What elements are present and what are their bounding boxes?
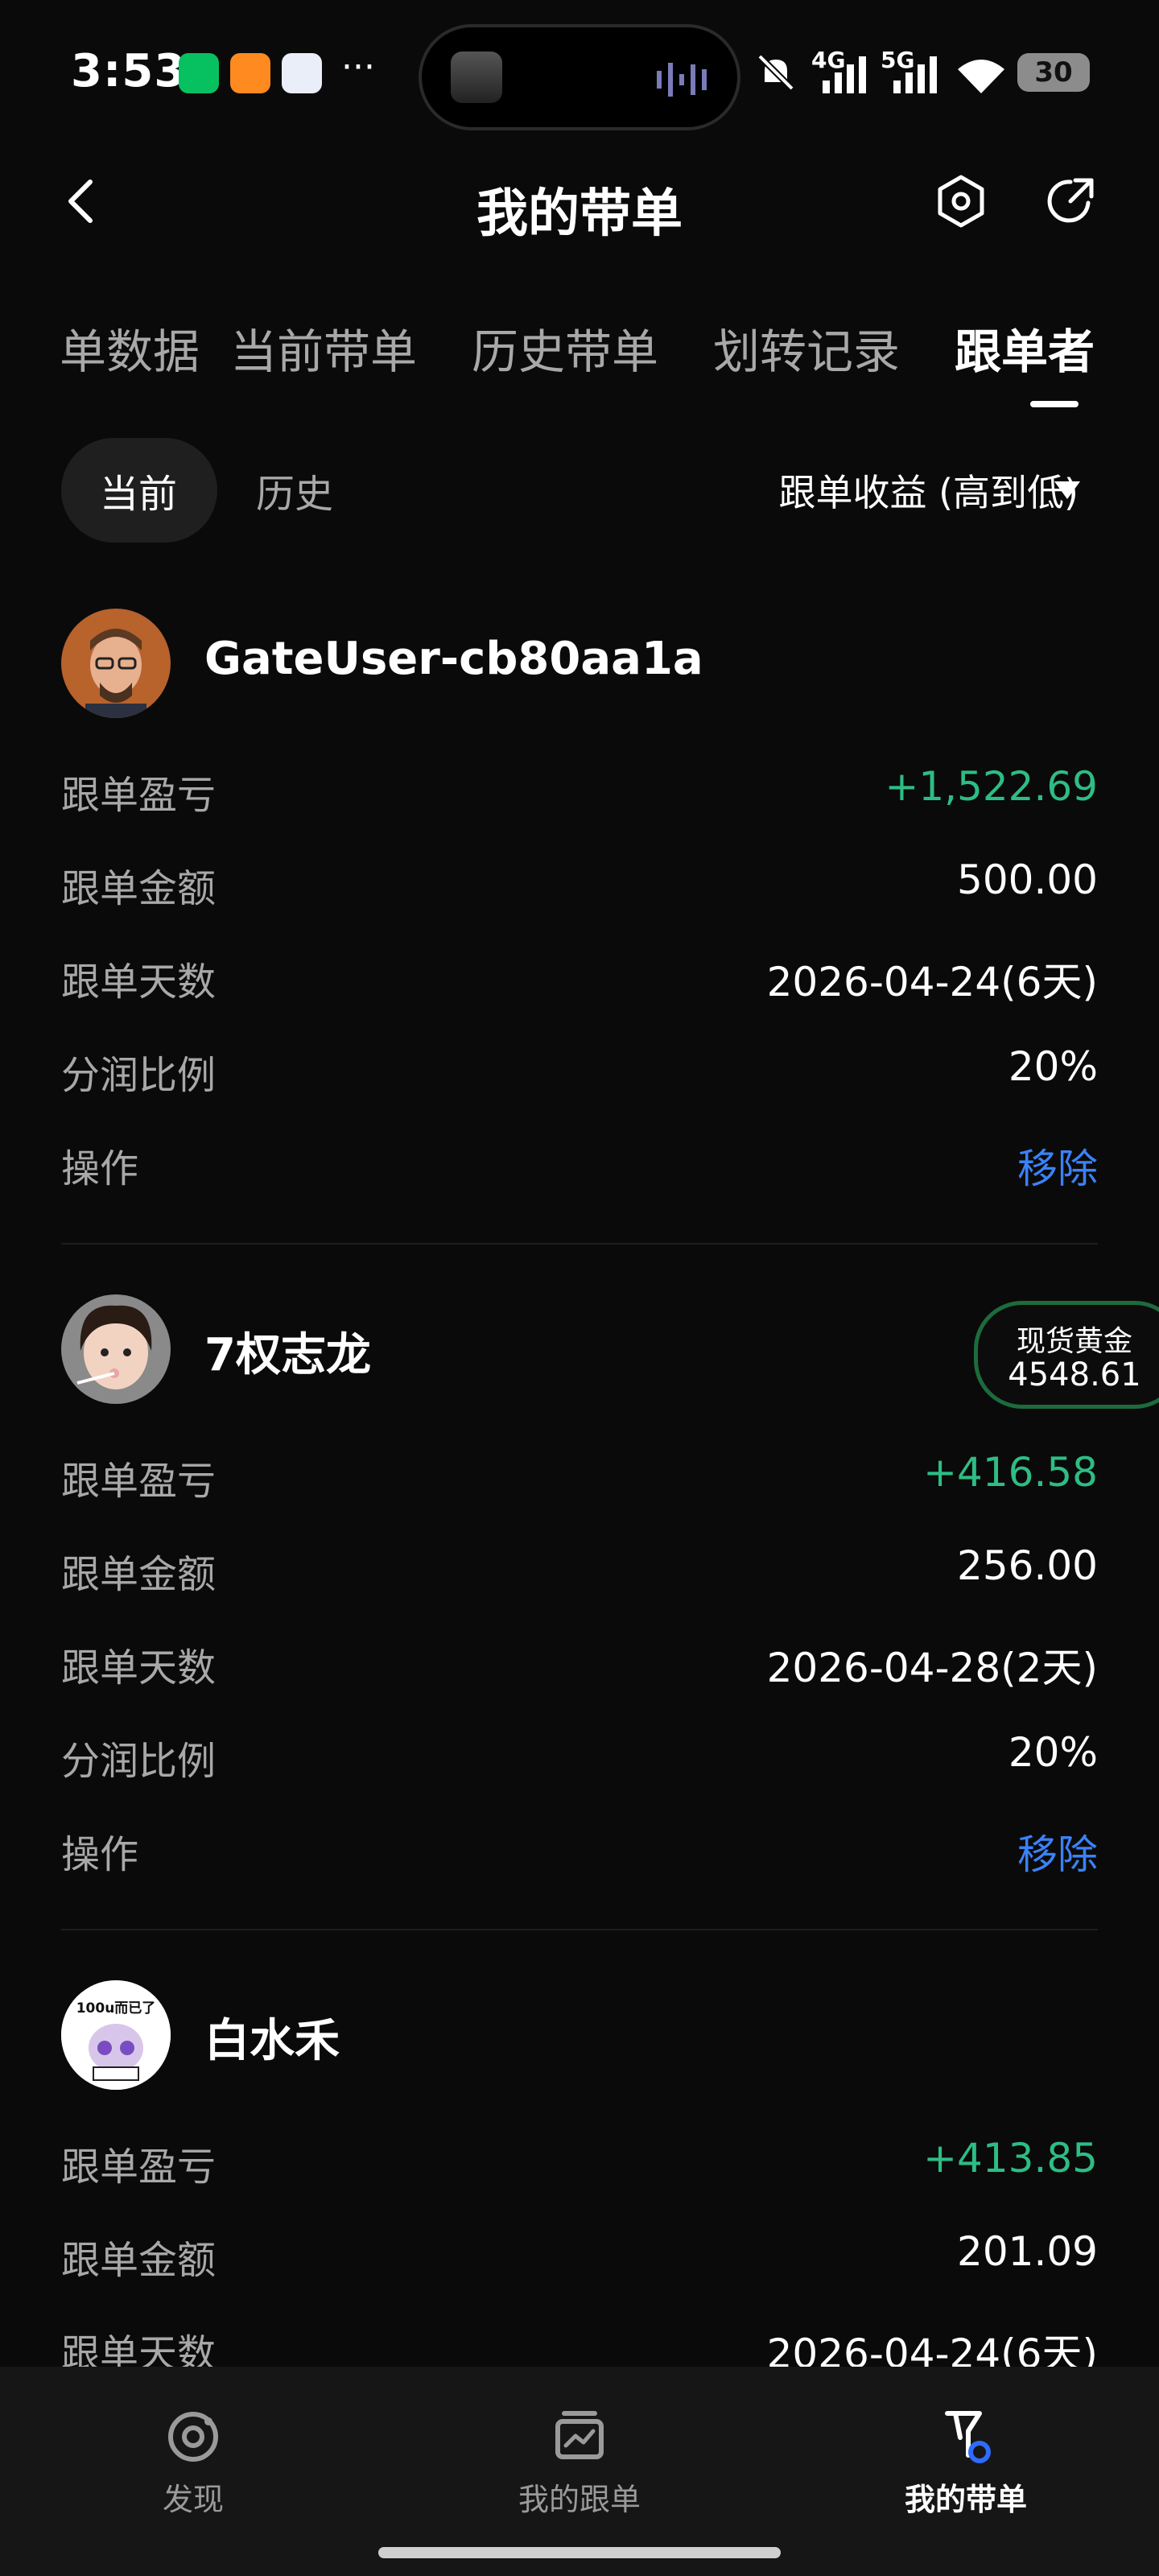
row-follow-days: 跟单天数 2026-04-24(6天)	[61, 2312, 1098, 2367]
status-time: 3:53	[71, 45, 187, 97]
more-notifications-icon: ···	[341, 47, 375, 88]
label-follow-pnl: 跟单盈亏	[61, 2145, 217, 2190]
tab-current-lead[interactable]: 当前带单	[230, 314, 417, 382]
value-follow-amount: 256.00	[957, 1542, 1098, 1589]
divider	[61, 1929, 1098, 1930]
caret-down-icon[interactable]	[1054, 481, 1080, 499]
row-follow-amount: 跟单金额 201.09	[61, 2219, 1098, 2283]
nav-my-follow[interactable]: 我的跟单	[459, 2407, 700, 2519]
follower-card: 7权志龙 跟单盈亏 +416.58 跟单金额 256.00 跟单天数 2026-…	[61, 1294, 1098, 1930]
tab-transfer-records[interactable]: 划转记录	[713, 314, 900, 382]
value-follow-amount: 500.00	[957, 857, 1098, 903]
gold-label: 现货黄金	[1016, 1325, 1132, 1358]
top-app-bar: 我的带单	[0, 153, 1159, 250]
row-profit-share: 分润比例 20%	[61, 1719, 1098, 1784]
avatar	[61, 609, 171, 718]
share-icon[interactable]	[1043, 174, 1098, 229]
nav-discover-label: 发现	[162, 2482, 224, 2517]
nav-my-follow-label: 我的跟单	[518, 2482, 641, 2517]
follower-card: 100u而已了 白水禾 跟单盈亏 +413.85 跟单金额 201.09 跟单天…	[61, 1980, 1098, 2367]
subtab-current[interactable]: 当前	[100, 462, 177, 518]
sort-dropdown[interactable]: 跟单收益 (高到低)	[778, 464, 1079, 517]
follower-name: 白水禾	[204, 2015, 340, 2067]
follower-name: GateUser-cb80aa1a	[204, 633, 703, 685]
value-follow-days: 2026-04-24(6天)	[766, 2330, 1098, 2367]
row-follow-amount: 跟单金额 256.00	[61, 1533, 1098, 1597]
tab-history-lead[interactable]: 历史带单	[472, 314, 658, 382]
battery-indicator: 30	[1017, 53, 1090, 92]
value-follow-days: 2026-04-28(2天)	[766, 1645, 1098, 1691]
label-follow-pnl: 跟单盈亏	[61, 1459, 217, 1504]
bottom-navigation: 发现 我的跟单 我的带单	[0, 2367, 1159, 2576]
avatar-caption: 100u而已了	[76, 2000, 156, 2017]
wifi-icon	[958, 60, 1004, 93]
label-follow-days: 跟单天数	[61, 1645, 217, 1690]
label-profit-share: 分润比例	[61, 1739, 217, 1784]
row-follow-days: 跟单天数 2026-04-24(6天)	[61, 940, 1098, 1005]
signal-4g-icon	[823, 56, 866, 93]
follower-card: GateUser-cb80aa1a 跟单盈亏 +1,522.69 跟单金额 50…	[61, 609, 1098, 1245]
follower-name: 7权志龙	[204, 1329, 371, 1381]
value-follow-pnl: +1,522.69	[885, 763, 1098, 810]
trading-app-icon	[282, 53, 322, 93]
lead-trade-icon	[945, 2411, 991, 2463]
divider	[61, 1243, 1098, 1245]
tab-followers[interactable]: 跟单者	[955, 314, 1095, 382]
row-profit-share: 分润比例 20%	[61, 1034, 1098, 1098]
status-bar: 3:53 ··· 4G 5G 30	[0, 0, 1159, 145]
avatar	[61, 1294, 171, 1404]
wechat-icon	[179, 53, 219, 93]
label-profit-share: 分润比例	[61, 1053, 217, 1098]
label-follow-amount: 跟单金额	[61, 1552, 217, 1597]
row-action: 操作 移除	[61, 1127, 1098, 1192]
media-thumbnail-icon	[451, 52, 502, 103]
row-follow-pnl: 跟单盈亏 +1,522.69	[61, 753, 1098, 818]
remove-button[interactable]: 移除	[1017, 1137, 1098, 1195]
row-follow-amount: 跟单金额 500.00	[61, 847, 1098, 911]
label-follow-days: 跟单天数	[61, 960, 217, 1005]
settings-gear-icon[interactable]	[934, 174, 988, 229]
nav-discover[interactable]: 发现	[72, 2407, 314, 2519]
value-follow-days: 2026-04-24(6天)	[766, 959, 1098, 1005]
nav-my-lead-label: 我的带单	[904, 2482, 1027, 2517]
subtab-history[interactable]: 历史	[256, 462, 333, 518]
gold-price-widget[interactable]: 现货黄金 4548.61	[974, 1301, 1159, 1409]
label-follow-pnl: 跟单盈亏	[61, 773, 217, 818]
home-indicator[interactable]	[378, 2547, 781, 2558]
tab-lead-data[interactable]: 单数据	[60, 314, 200, 382]
label-follow-amount: 跟单金额	[61, 2238, 217, 2283]
label-follow-days: 跟单天数	[61, 2331, 217, 2367]
row-follow-days: 跟单天数 2026-04-28(2天)	[61, 1626, 1098, 1691]
row-follow-pnl: 跟单盈亏 +416.58	[61, 1439, 1098, 1504]
label-action: 操作	[61, 1146, 139, 1191]
gold-price: 4548.61	[1008, 1356, 1141, 1393]
label-follow-amount: 跟单金额	[61, 866, 217, 911]
value-follow-amount: 201.09	[957, 2228, 1098, 2275]
avatar: 100u而已了	[61, 1980, 171, 2090]
value-profit-share: 20%	[1008, 1729, 1098, 1776]
chart-icon	[555, 2411, 604, 2459]
app-notification-icon	[230, 53, 270, 93]
discover-icon	[168, 2412, 218, 2462]
label-action: 操作	[61, 1832, 139, 1877]
row-follow-pnl: 跟单盈亏 +413.85	[61, 2125, 1098, 2190]
row-action: 操作 移除	[61, 1813, 1098, 1880]
tab-bar: 单数据 当前带单 历史带单 划转记录 跟单者	[0, 306, 1159, 386]
remove-button[interactable]: 移除	[1017, 1823, 1098, 1880]
value-profit-share: 20%	[1008, 1043, 1098, 1090]
active-tab-indicator	[1030, 401, 1079, 407]
nav-my-lead[interactable]: 我的带单	[845, 2407, 1087, 2519]
mute-bell-icon	[757, 54, 794, 91]
value-follow-pnl: +416.58	[923, 1449, 1098, 1496]
dynamic-island[interactable]	[419, 24, 740, 130]
signal-5g-icon	[893, 56, 937, 93]
audio-wave-icon	[657, 63, 707, 97]
value-follow-pnl: +413.85	[923, 2135, 1098, 2182]
